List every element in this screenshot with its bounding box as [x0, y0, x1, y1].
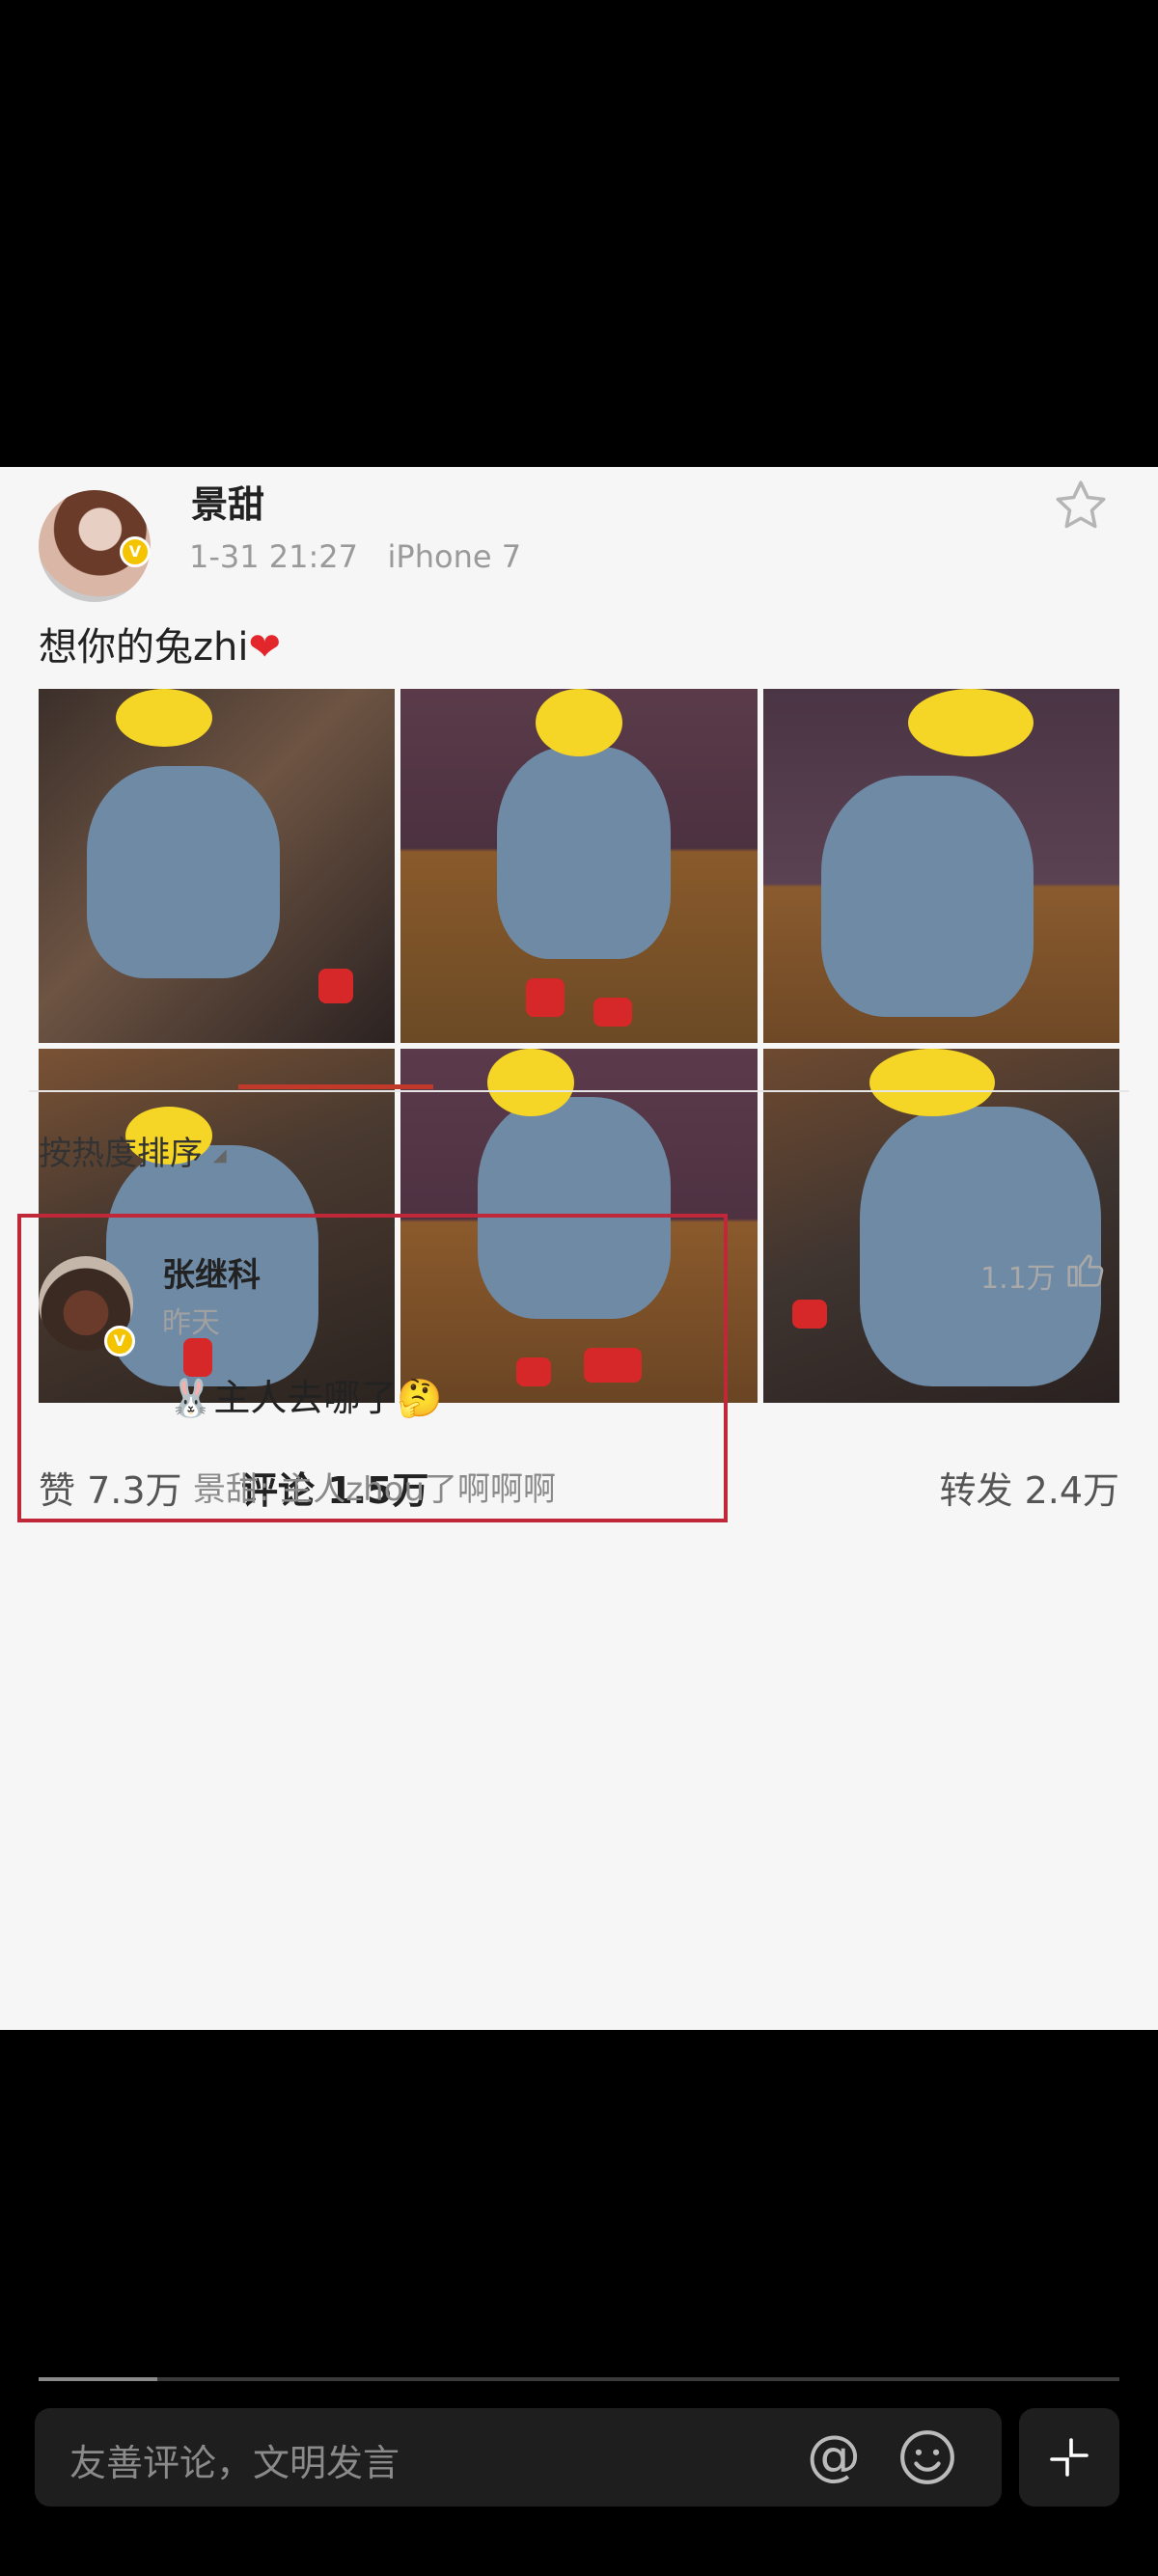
comment-text: 🐰主人去哪了🤔	[168, 1368, 443, 1421]
active-tab-indicator	[238, 1084, 433, 1089]
photo-2[interactable]	[400, 689, 758, 1043]
post-text: 想你的兔zhi❤	[39, 616, 281, 671]
at-icon[interactable]: @	[803, 2425, 865, 2487]
sort-label: 按热度排序	[39, 1135, 203, 1173]
thumbs-up-icon[interactable]	[1063, 1248, 1108, 1293]
video-progress-fill	[39, 2377, 157, 2381]
expand-icon	[1050, 2438, 1089, 2477]
photo-1[interactable]	[39, 689, 396, 1043]
photo-6[interactable]	[762, 1049, 1119, 1403]
verified-badge-icon: V	[120, 536, 151, 567]
commenter-name[interactable]: 张继科	[162, 1248, 261, 1296]
post-text-content: 想你的兔zhi	[39, 625, 249, 670]
video-top-letterbox	[0, 0, 1158, 467]
photo-3[interactable]	[762, 689, 1119, 1043]
comment-input-placeholder[interactable]: 友善评论，文明发言	[69, 2433, 400, 2486]
comment-reply[interactable]: 景甜: 主人zhou了啊啊啊	[193, 1463, 556, 1510]
comment-time: 昨天	[162, 1306, 220, 1340]
post-meta: 1-31 21:27 iPhone 7	[189, 538, 521, 575]
sort-dropdown[interactable]: 按热度排序 ◢	[39, 1127, 227, 1174]
commenter-verified-badge-icon: V	[104, 1326, 135, 1357]
comment-likes-count: 1.1万	[980, 1262, 1056, 1296]
sort-triangle-icon: ◢	[212, 1145, 227, 1165]
author-name[interactable]: 景甜	[191, 475, 264, 528]
reposts-count[interactable]: 转发 2.4万	[939, 1461, 1119, 1514]
emoji-icon[interactable]	[897, 2427, 957, 2487]
stats-divider	[29, 1090, 1129, 1092]
comment-input-bar[interactable]: 友善评论，文明发言 @	[35, 2408, 1002, 2507]
rabbit-emoji-icon: 🐰	[168, 1377, 214, 1419]
video-progress-track[interactable]	[39, 2377, 1119, 2381]
expand-button[interactable]	[1019, 2408, 1119, 2507]
post-timestamp: 1-31 21:27	[189, 538, 359, 575]
thinking-emoji-icon: 🤔	[397, 1377, 443, 1419]
star-icon[interactable]	[1052, 477, 1110, 534]
comment-text-content: 主人去哪了	[213, 1377, 398, 1419]
post-device: iPhone 7	[387, 538, 522, 575]
heart-icon: ❤	[248, 625, 281, 670]
